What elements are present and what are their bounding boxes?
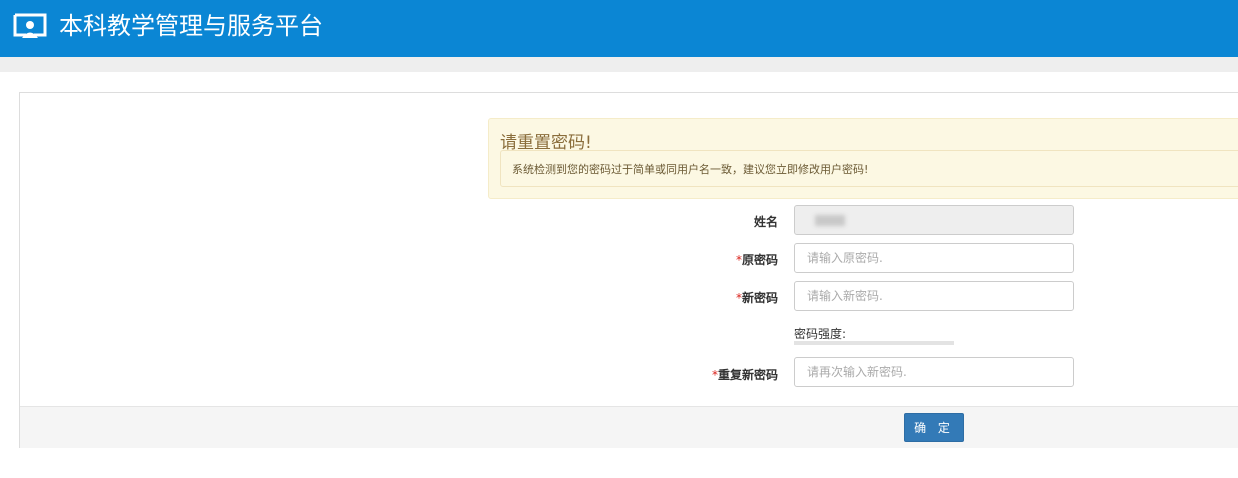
old-password-input[interactable]	[794, 243, 1074, 273]
warning-alert: 请重置密码! 系统检测到您的密码过于简单或同用户名一致，建议您立即修改用户密码!	[488, 118, 1238, 199]
repeat-password-label-text: 重复新密码	[717, 368, 778, 382]
repeat-password-input[interactable]	[794, 357, 1074, 387]
old-password-label: *原密码	[618, 251, 778, 268]
alert-message: 系统检测到您的密码过于简单或同用户名一致，建议您立即修改用户密码!	[512, 163, 869, 176]
repeat-password-label: *重复新密码	[618, 366, 778, 383]
reset-password-panel: 请重置密码! 系统检测到您的密码过于简单或同用户名一致，建议您立即修改用户密码!…	[19, 92, 1238, 448]
alert-message-box: 系统检测到您的密码过于简单或同用户名一致，建议您立即修改用户密码!	[500, 150, 1238, 187]
name-field	[794, 205, 1074, 235]
redacted-name	[815, 215, 845, 226]
app-title: 本科教学管理与服务平台	[59, 12, 323, 40]
name-label-text: 姓名	[753, 215, 778, 229]
top-header-bar: 本科教学管理与服务平台	[0, 0, 1238, 57]
password-strength-bar	[794, 341, 954, 345]
password-strength-label: 密码强度:	[794, 327, 847, 341]
new-password-input[interactable]	[794, 281, 1074, 311]
confirm-button[interactable]: 确 定	[904, 413, 964, 442]
header-divider-strip	[0, 57, 1238, 72]
form-footer: 确 定	[20, 406, 1238, 448]
name-label: 姓名	[618, 213, 778, 230]
new-password-label-text: 新密码	[741, 291, 778, 305]
old-password-label-text: 原密码	[741, 253, 778, 267]
monitor-user-icon	[13, 13, 47, 38]
new-password-label: *新密码	[618, 289, 778, 306]
